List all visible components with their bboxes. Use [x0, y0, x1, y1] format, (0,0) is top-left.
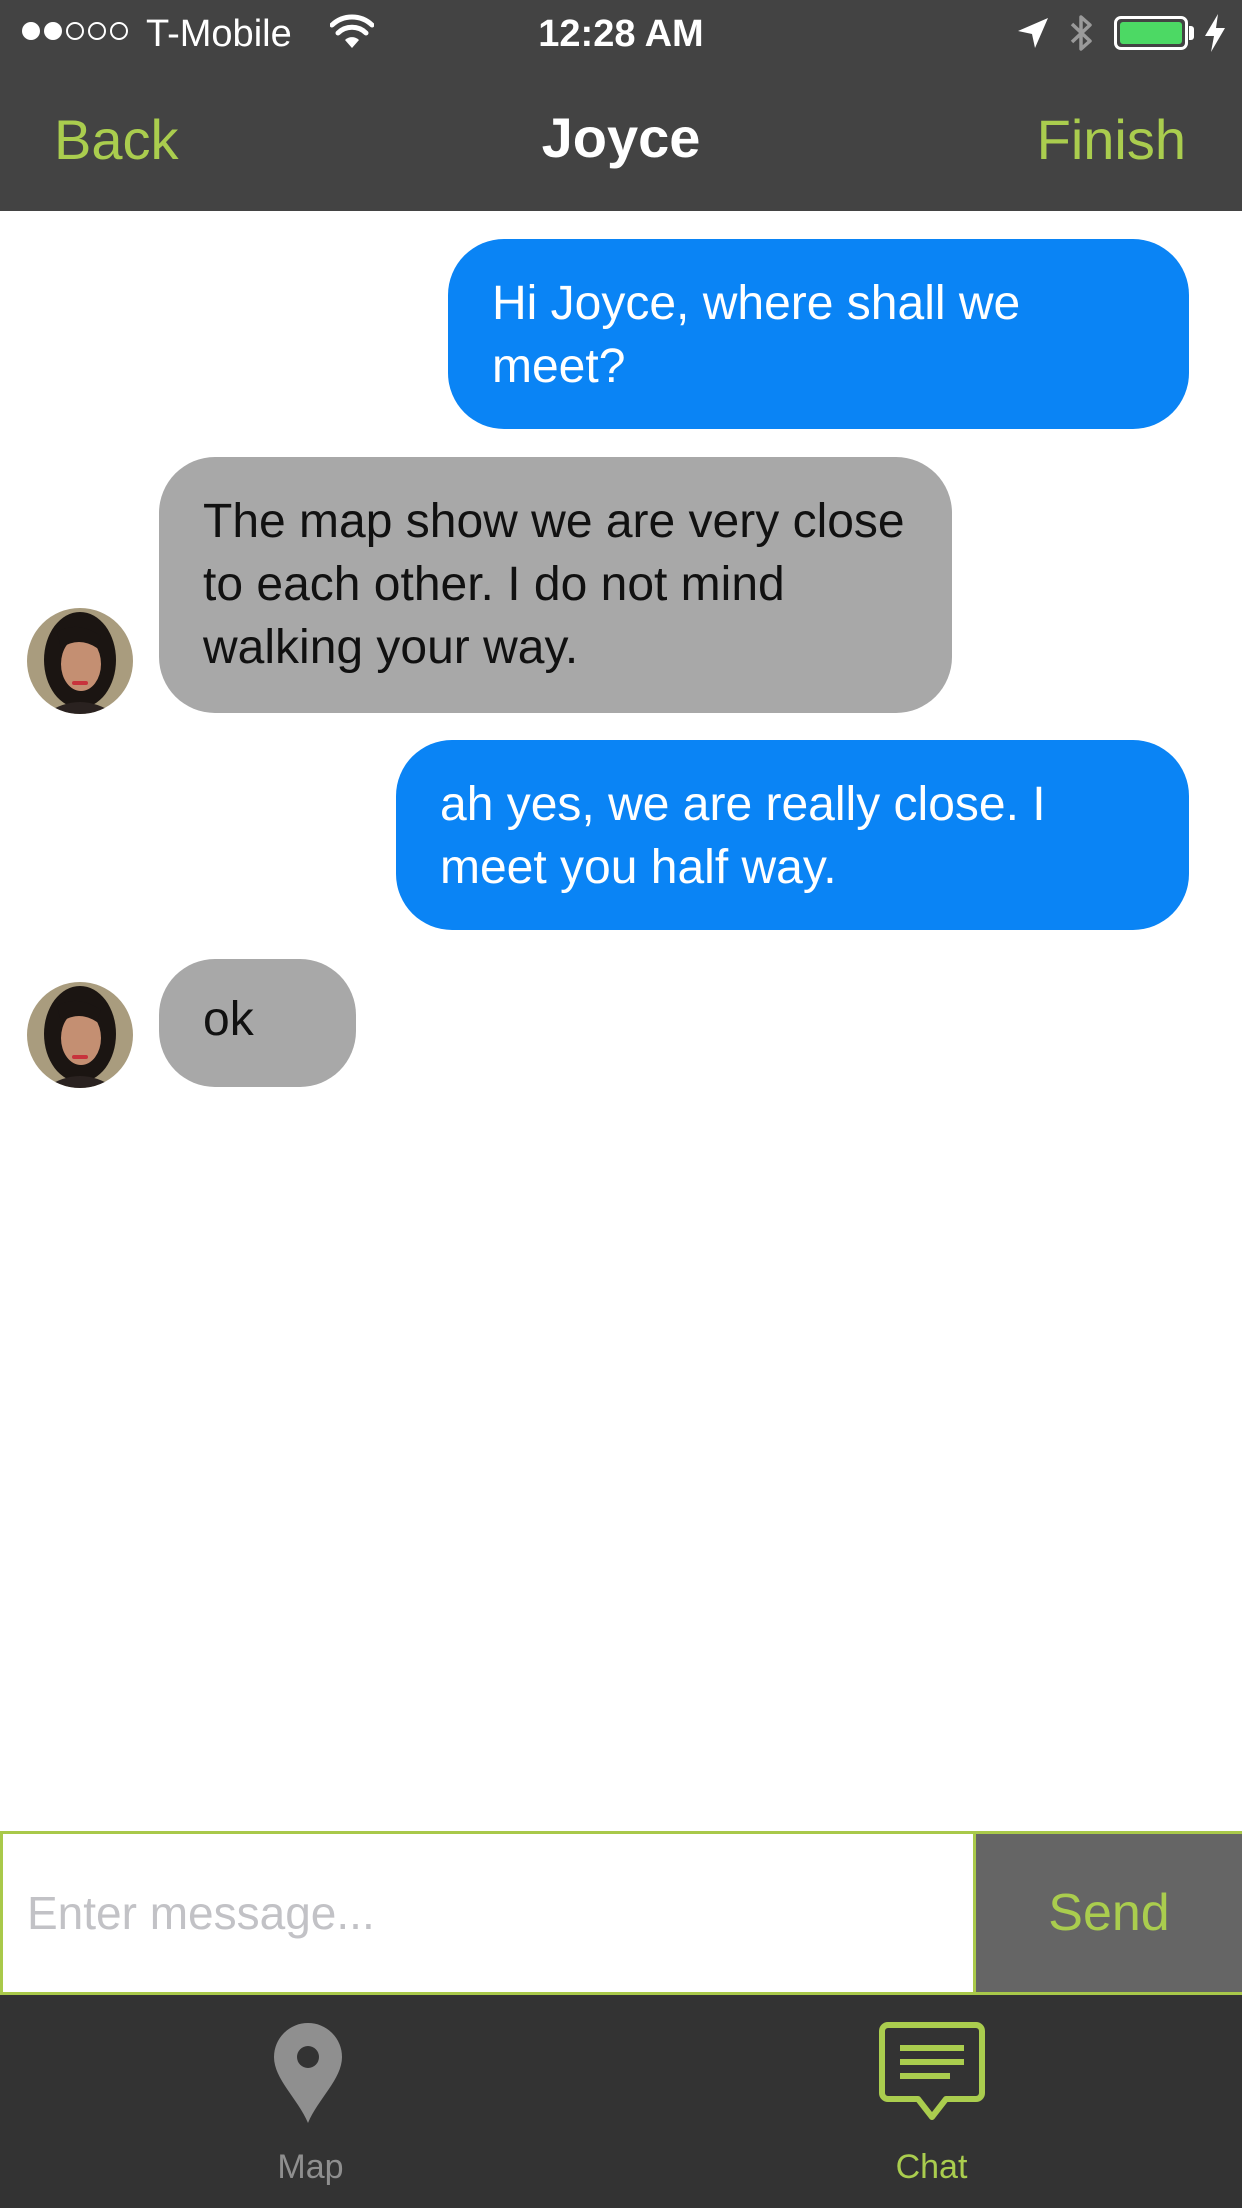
status-bar: T-Mobile 12:28 AM — [0, 0, 1242, 66]
avatar-photo — [27, 608, 133, 714]
avatar[interactable] — [27, 608, 133, 714]
avatar-photo — [27, 982, 133, 1088]
message-text: The map show we are very close to each o… — [203, 495, 905, 674]
tab-map[interactable]: Map — [0, 1995, 621, 2208]
incoming-message-bubble: ok — [159, 959, 356, 1087]
tab-label: Chat — [895, 2148, 968, 2186]
message-text: ah yes, we are really close. I meet you … — [440, 778, 1046, 894]
chat-icon — [879, 2022, 985, 2120]
outgoing-message-bubble: ah yes, we are really close. I meet you … — [396, 740, 1189, 930]
top-bar: T-Mobile 12:28 AM Back Joyce Finish — [0, 0, 1242, 211]
outgoing-message-bubble: Hi Joyce, where shall we meet? — [448, 239, 1189, 429]
clock: 12:28 AM — [538, 13, 704, 55]
location-arrow-icon — [1018, 18, 1048, 48]
message-input[interactable] — [0, 1834, 976, 1992]
battery-tip — [1189, 26, 1194, 40]
avatar[interactable] — [27, 982, 133, 1088]
message-text: Hi Joyce, where shall we meet? — [492, 277, 1021, 393]
tab-chat[interactable]: Chat — [621, 1995, 1242, 2208]
tab-label: Map — [277, 2148, 344, 2186]
charging-bolt-icon — [1205, 14, 1225, 52]
tab-bar: Map Chat — [0, 1995, 1242, 2208]
incoming-message-bubble: The map show we are very close to each o… — [159, 457, 952, 713]
message-text: ok — [203, 993, 254, 1046]
finish-button[interactable]: Finish — [1037, 108, 1186, 172]
message-composer: Send — [0, 1831, 1242, 1995]
chat-thread: Hi Joyce, where shall we meet? The map s… — [0, 211, 1242, 1831]
map-pin-icon — [274, 2023, 342, 2123]
bluetooth-icon — [1070, 15, 1092, 51]
battery-icon — [1114, 16, 1188, 50]
send-button[interactable]: Send — [976, 1834, 1242, 1992]
battery-level — [1120, 22, 1182, 44]
